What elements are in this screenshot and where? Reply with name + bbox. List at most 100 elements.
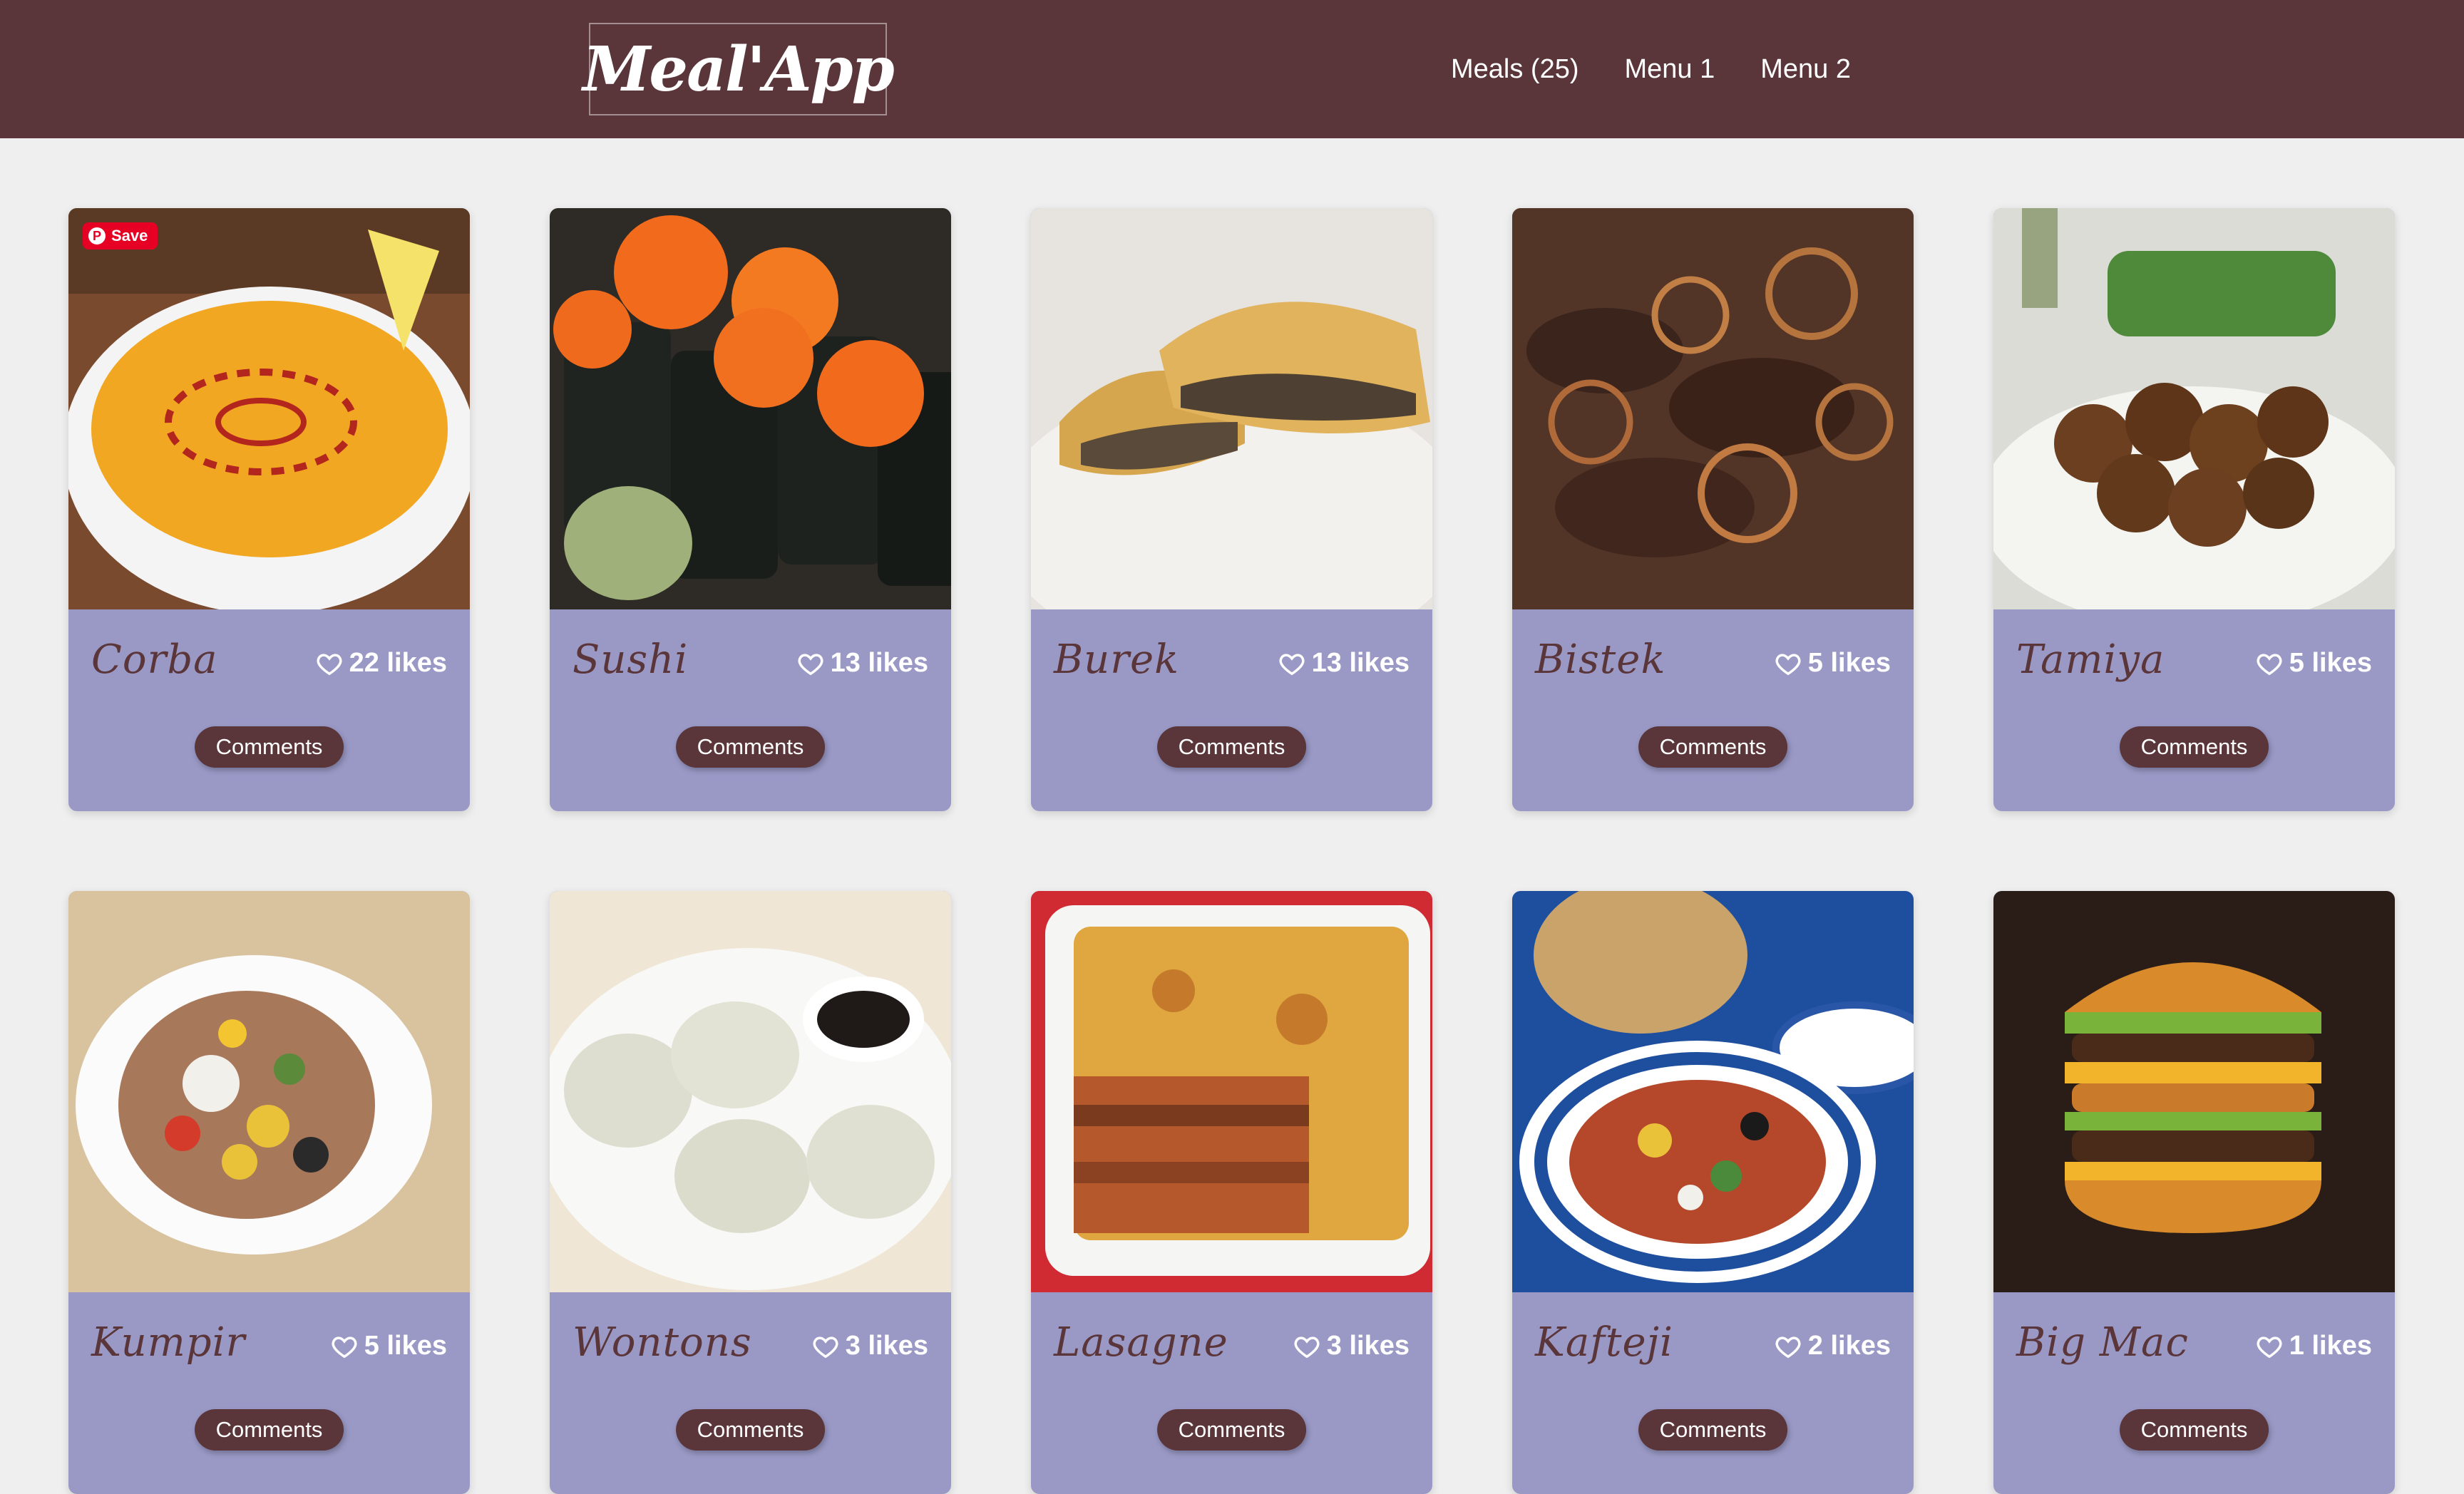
comments-button[interactable]: Comments <box>675 726 826 768</box>
comments-button[interactable]: Comments <box>675 1409 826 1451</box>
meal-photo <box>550 891 951 1292</box>
nav-link-meals[interactable]: Meals (25) <box>1451 54 1579 85</box>
meal-photo <box>68 891 470 1292</box>
heart-icon <box>813 1336 838 1358</box>
kafteji-image <box>1512 891 1914 1292</box>
meal-name: Wontons <box>573 1319 752 1366</box>
meal-card: Bistek 5 likes Comments <box>1512 208 1914 811</box>
meal-card-body: Sushi 13 likes Comments <box>550 609 951 811</box>
pinterest-save-button[interactable]: P Save <box>83 222 158 249</box>
meal-card: Lasagne 3 likes Comments <box>1031 891 1432 1494</box>
meal-card: P Save Corba 22 likes Comments <box>68 208 470 811</box>
meal-name: Tamiya <box>2016 637 2165 683</box>
comments-button[interactable]: Comments <box>2119 1409 2269 1451</box>
meal-name: Bistek <box>1535 637 1666 683</box>
heart-icon <box>1294 1336 1320 1358</box>
meal-card: Kumpir 5 likes Comments <box>68 891 470 1494</box>
like-button[interactable]: 2 likes <box>1774 1331 1891 1361</box>
heart-icon <box>2257 653 2282 675</box>
meal-photo <box>1993 891 2395 1292</box>
meal-card: Wontons 3 likes Comments <box>550 891 951 1494</box>
meal-photo <box>1993 208 2395 609</box>
heart-icon <box>798 653 823 675</box>
meal-name: Big Mac <box>2016 1319 2189 1366</box>
like-button[interactable]: 13 likes <box>1278 648 1410 679</box>
heart-icon <box>1775 653 1801 675</box>
heart-icon <box>332 1336 357 1358</box>
likes-count: 5 likes <box>1807 648 1891 678</box>
like-button[interactable]: 22 likes <box>315 648 447 679</box>
likes-count: 3 likes <box>1326 1331 1410 1361</box>
meal-photo <box>550 208 951 609</box>
meal-card-body: Tamiya 5 likes Comments <box>1993 609 2395 811</box>
like-button[interactable]: 3 likes <box>1293 1331 1410 1361</box>
lasagne-image <box>1031 891 1432 1292</box>
likes-count: 3 likes <box>845 1331 928 1361</box>
heart-icon <box>317 653 342 675</box>
meal-card-body: Kumpir 5 likes Comments <box>68 1292 470 1494</box>
burger-image <box>1993 891 2395 1292</box>
like-button[interactable]: 13 likes <box>796 648 928 679</box>
navbar: Meal'App Meals (25) Menu 1 Menu 2 <box>0 0 2464 138</box>
like-button[interactable]: 5 likes <box>330 1331 447 1361</box>
nav-link-menu-2[interactable]: Menu 2 <box>1760 54 1851 85</box>
pinterest-icon: P <box>88 227 106 244</box>
meal-card-body: Bistek 5 likes Comments <box>1512 609 1914 811</box>
sushi-image <box>550 208 951 609</box>
likes-count: 2 likes <box>1807 1331 1891 1361</box>
like-button[interactable]: 1 likes <box>2255 1331 2372 1361</box>
meal-card-body: Big Mac 1 likes Comments <box>1993 1292 2395 1494</box>
likes-count: 5 likes <box>2289 648 2372 678</box>
comments-button[interactable]: Comments <box>194 1409 344 1451</box>
meal-card-body: Kafteji 2 likes Comments <box>1512 1292 1914 1494</box>
meal-card: Tamiya 5 likes Comments <box>1993 208 2395 811</box>
meal-card-body: Corba 22 likes Comments <box>68 609 470 811</box>
app-logo[interactable]: Meal'App <box>582 23 895 115</box>
meal-card-body: Lasagne 3 likes Comments <box>1031 1292 1432 1494</box>
likes-count: 1 likes <box>2289 1331 2372 1361</box>
meal-name: Kafteji <box>1535 1319 1673 1366</box>
meal-photo <box>1512 891 1914 1292</box>
comments-button[interactable]: Comments <box>1638 1409 1788 1451</box>
comments-button[interactable]: Comments <box>1156 726 1307 768</box>
likes-count: 13 likes <box>830 648 928 678</box>
meal-card: Burek 13 likes Comments <box>1031 208 1432 811</box>
pinterest-save-label: Save <box>111 227 148 244</box>
meals-grid: P Save Corba 22 likes Comments Sushi 13 … <box>68 208 2396 1494</box>
meal-name: Burek <box>1054 637 1180 683</box>
comments-button[interactable]: Comments <box>1638 726 1788 768</box>
meal-card: Sushi 13 likes Comments <box>550 208 951 811</box>
likes-count: 13 likes <box>1311 648 1410 678</box>
meal-card-body: Burek 13 likes Comments <box>1031 609 1432 811</box>
like-button[interactable]: 5 likes <box>2255 648 2372 679</box>
dumplings-image <box>550 891 951 1292</box>
meal-name: Sushi <box>573 637 689 683</box>
meal-name: Corba <box>91 637 218 683</box>
heart-icon <box>1279 653 1305 675</box>
meal-name: Lasagne <box>1054 1319 1228 1366</box>
meal-card: Big Mac 1 likes Comments <box>1993 891 2395 1494</box>
comments-button[interactable]: Comments <box>194 726 344 768</box>
meal-card-body: Wontons 3 likes Comments <box>550 1292 951 1494</box>
meal-photo <box>1512 208 1914 609</box>
like-button[interactable]: 3 likes <box>811 1331 928 1361</box>
meal-name: Kumpir <box>91 1319 246 1366</box>
meal-card: Kafteji 2 likes Comments <box>1512 891 1914 1494</box>
like-button[interactable]: 5 likes <box>1774 648 1891 679</box>
nav-links: Meals (25) Menu 1 Menu 2 <box>1451 0 1851 138</box>
comments-button[interactable]: Comments <box>1156 1409 1307 1451</box>
likes-count: 5 likes <box>364 1331 447 1361</box>
steak-image <box>1512 208 1914 609</box>
meal-photo <box>1031 208 1432 609</box>
meal-photo <box>1031 891 1432 1292</box>
comments-button[interactable]: Comments <box>2119 726 2269 768</box>
nav-link-menu-1[interactable]: Menu 1 <box>1625 54 1715 85</box>
lentil-soup-image <box>68 208 470 609</box>
heart-icon <box>2257 1336 2282 1358</box>
meal-photo: P Save <box>68 208 470 609</box>
heart-icon <box>1775 1336 1801 1358</box>
falafel-image <box>1993 208 2395 609</box>
burek-image <box>1031 208 1432 609</box>
kumpir-image <box>68 891 470 1292</box>
likes-count: 22 likes <box>349 648 447 678</box>
